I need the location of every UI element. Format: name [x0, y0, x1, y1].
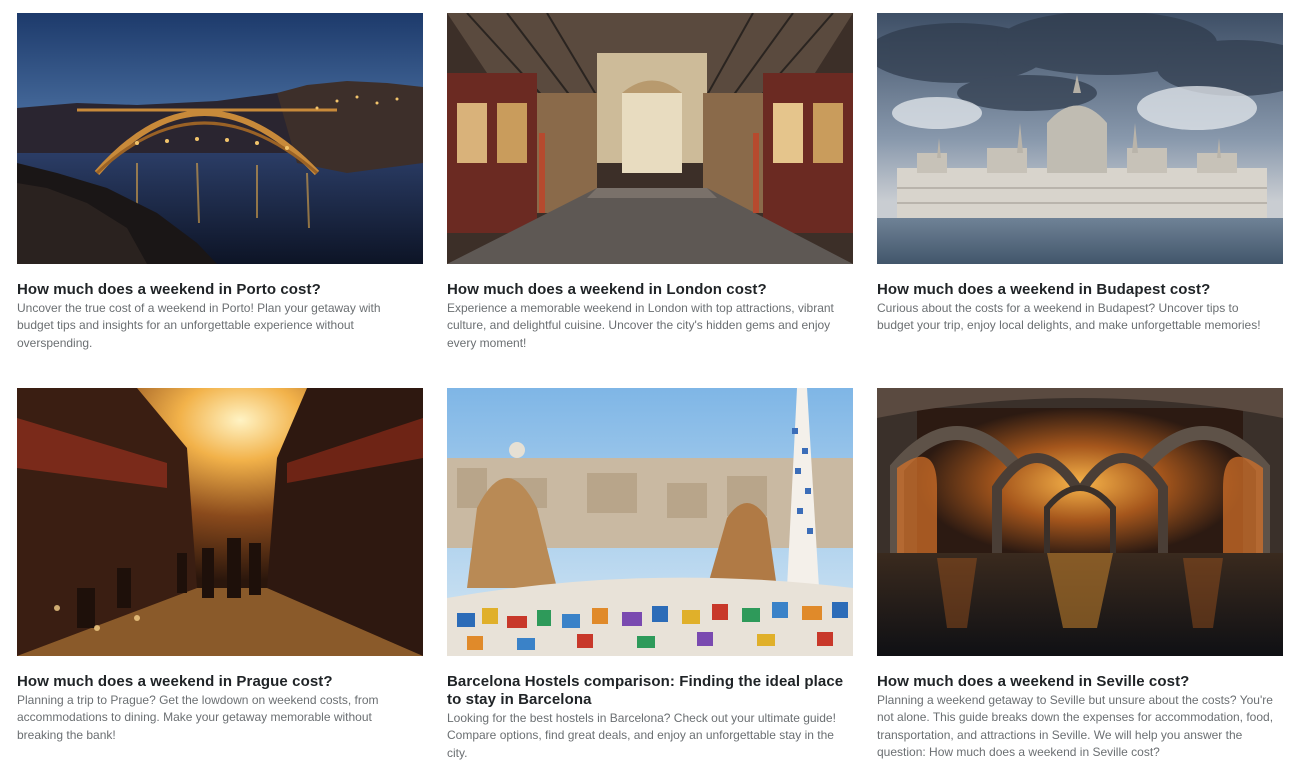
article-title[interactable]: Barcelona Hostels comparison: Finding th… [447, 673, 853, 709]
article-description: Curious about the costs for a weekend in… [877, 301, 1261, 333]
article-title[interactable]: How much does a weekend in Budapest cost… [877, 281, 1283, 299]
article-image-porto[interactable] [17, 13, 423, 264]
article-card-london[interactable]: How much does a weekend in London cost? … [447, 13, 853, 388]
article-description: Uncover the true cost of a weekend in Po… [17, 301, 381, 350]
article-card-seville[interactable]: How much does a weekend in Seville cost?… [877, 388, 1283, 782]
article-image-budapest[interactable] [877, 13, 1283, 264]
article-card-porto[interactable]: How much does a weekend in Porto cost? U… [17, 13, 423, 388]
article-image-prague[interactable] [17, 388, 423, 656]
article-description: Looking for the best hostels in Barcelon… [447, 711, 836, 760]
article-card-prague[interactable]: How much does a weekend in Prague cost? … [17, 388, 423, 782]
article-card-barcelona[interactable]: Barcelona Hostels comparison: Finding th… [447, 388, 853, 782]
article-title[interactable]: How much does a weekend in London cost? [447, 281, 853, 299]
article-description: Planning a trip to Prague? Get the lowdo… [17, 693, 379, 742]
article-title[interactable]: How much does a weekend in Porto cost? [17, 281, 423, 299]
article-image-barcelona[interactable] [447, 388, 853, 656]
article-description: Planning a weekend getaway to Seville bu… [877, 693, 1274, 759]
article-image-london[interactable] [447, 13, 853, 264]
article-title[interactable]: How much does a weekend in Prague cost? [17, 673, 423, 691]
article-description: Experience a memorable weekend in London… [447, 301, 834, 350]
article-title[interactable]: How much does a weekend in Seville cost? [877, 673, 1283, 691]
articles-grid: How much does a weekend in Porto cost? U… [17, 13, 1284, 782]
article-card-budapest[interactable]: How much does a weekend in Budapest cost… [877, 13, 1283, 388]
article-image-seville[interactable] [877, 388, 1283, 656]
